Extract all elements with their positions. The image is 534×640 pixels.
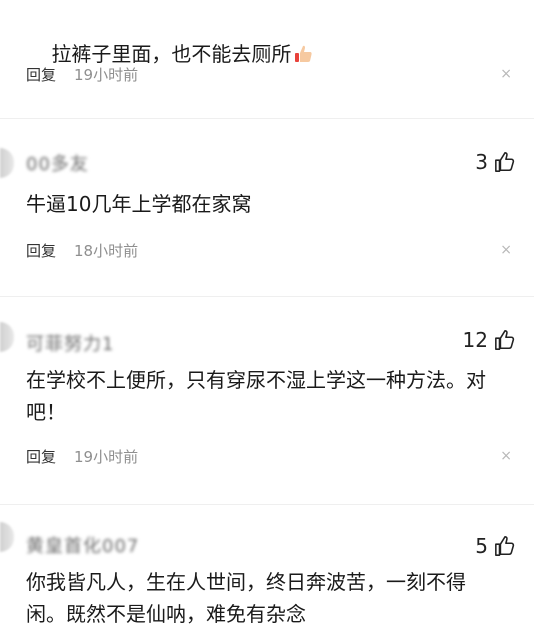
thumbs-up-icon [495,536,515,556]
divider [0,296,534,297]
comment-meta: 回复 18小时前 [26,240,138,261]
close-icon[interactable]: × [500,242,512,258]
username[interactable]: 00多友 [26,150,89,176]
close-icon[interactable]: × [500,66,512,82]
avatar [0,148,14,178]
like-button[interactable]: 12 [463,328,516,352]
divider [0,504,534,505]
comment-meta: 回复 19小时前 [26,64,138,85]
comment-text: 拉裤子里面，也不能去厕所 [26,6,516,102]
thumbs-up-emoji-icon [293,41,313,62]
avatar [0,322,14,352]
reply-button[interactable]: 回复 [26,240,56,261]
comment-time: 18小时前 [74,242,139,260]
comment-text: 你我皆凡人，生在人世间，终日奔波苦，一刻不得 闲。既然不是仙呐，难免有杂念 [26,570,466,626]
thumbs-up-icon [495,330,515,350]
thumbs-up-icon [495,152,515,172]
comment-time: 19小时前 [74,66,139,84]
comment-meta: 回复 19小时前 [26,446,138,467]
avatar [0,522,14,552]
close-icon[interactable]: × [500,448,512,464]
comment-time: 19小时前 [74,448,139,466]
like-count: 12 [462,328,488,352]
like-button[interactable]: 5 [475,534,516,558]
like-count: 5 [475,534,488,558]
username[interactable]: 黄皇首化007 [26,532,139,558]
username[interactable]: 可菲努力1 [26,330,114,356]
reply-button[interactable]: 回复 [26,64,56,85]
like-count: 3 [475,150,488,174]
comment-text: 牛逼10几年上学都在家窝 [26,192,252,216]
comment-text: 在学校不上便所，只有穿尿不湿上学这一种方法。对 吧！ [26,368,486,424]
like-button[interactable]: 3 [475,150,516,174]
reply-button[interactable]: 回复 [26,446,56,467]
divider [0,118,534,119]
